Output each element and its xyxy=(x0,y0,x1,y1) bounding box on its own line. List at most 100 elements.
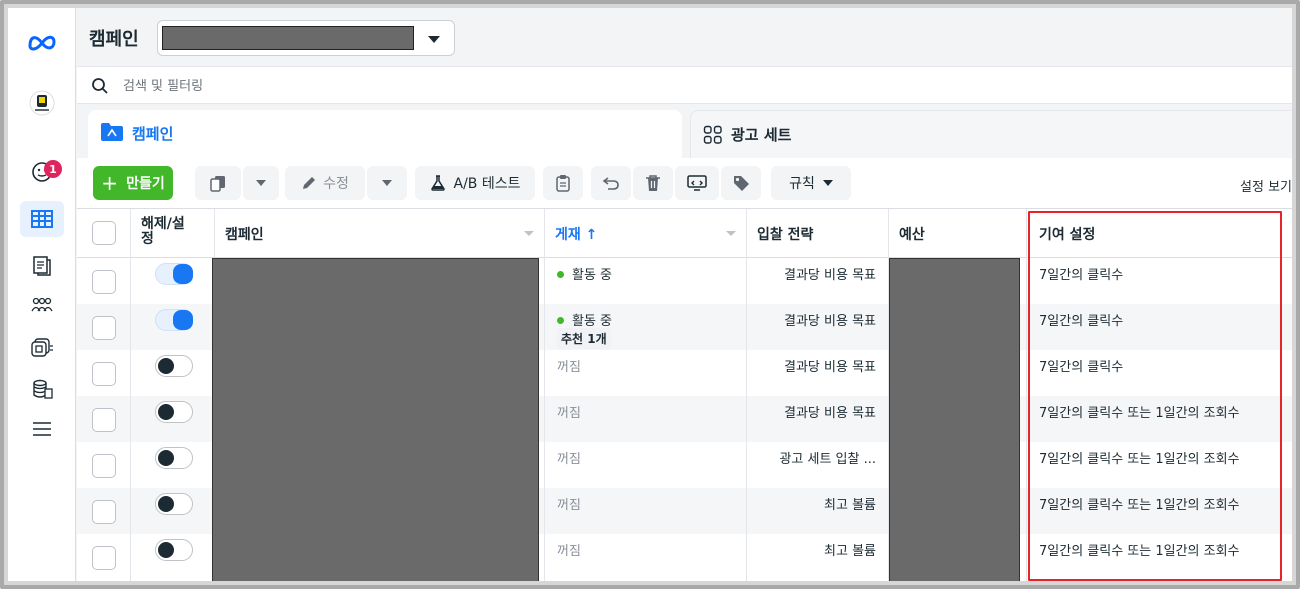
create-button[interactable]: + 만들기 xyxy=(93,166,173,200)
pages-icon[interactable] xyxy=(8,254,76,276)
rules-label: 규칙 xyxy=(789,176,815,192)
campaigns-table-icon[interactable] xyxy=(20,201,64,237)
delivery-column: 게재 ↑ 활동 중 활동 중 추천 1개 꺼짐 꺼짐 꺼짐 꺼짐 꺼짐 xyxy=(545,209,747,581)
clipboard-button[interactable] xyxy=(543,166,583,200)
notifications-item[interactable]: 1 xyxy=(8,160,76,184)
rules-button[interactable]: 규칙 xyxy=(771,166,851,200)
ab-test-button[interactable]: A/B 테스트 xyxy=(415,166,535,200)
billing-icon[interactable] xyxy=(8,378,76,400)
row-checkbox[interactable] xyxy=(92,408,116,432)
row-checkbox[interactable] xyxy=(92,454,116,478)
chevron-down-icon xyxy=(822,180,833,186)
recommendation-badge[interactable]: 추천 1개 xyxy=(557,328,611,349)
edit-label: 수정 xyxy=(323,176,349,192)
campaign-column-header[interactable]: 캠페인 xyxy=(215,209,544,258)
redacted-campaign-names xyxy=(212,258,539,581)
redacted-budget-values xyxy=(889,258,1020,581)
select-column xyxy=(77,209,131,581)
pencil-icon xyxy=(303,177,316,189)
audiences-icon[interactable] xyxy=(8,296,76,314)
campaign-toggle[interactable] xyxy=(155,309,193,331)
redacted-account-name xyxy=(162,26,414,50)
tab-campaigns[interactable]: 캠페인 xyxy=(88,110,682,162)
delivery-column-label: 게재 ↑ xyxy=(555,227,598,243)
attribution-column-label: 기여 설정 xyxy=(1039,227,1096,243)
row-checkbox[interactable] xyxy=(92,546,116,570)
search-input[interactable] xyxy=(123,73,723,99)
attribution-column-header[interactable]: 기여 설정 xyxy=(1027,209,1292,258)
account-avatar[interactable] xyxy=(8,90,76,116)
attribution-setting-value: 7일간의 클릭수 또는 1일간의 조회수 xyxy=(1039,452,1240,467)
select-all-header xyxy=(77,209,130,258)
tags-button[interactable] xyxy=(721,166,761,200)
delivery-status: 활동 중 xyxy=(557,264,612,283)
attribution-setting-value: 7일간의 클릭수 또는 1일간의 조회수 xyxy=(1039,498,1240,513)
chevron-down-icon xyxy=(428,36,440,43)
delete-button[interactable] xyxy=(633,166,673,200)
search-filter-bar xyxy=(77,66,1292,104)
delivery-status-text: 꺼짐 xyxy=(557,452,581,467)
attribution-column: 기여 설정 7일간의 클릭수 7일간의 클릭수 7일간의 클릭수 7일간의 클릭수 또… xyxy=(1027,209,1292,581)
toolbar: + 만들기 수정 A/B 테스트 규칙 설정 보기 xyxy=(77,158,1292,208)
toggle-knob xyxy=(158,358,174,374)
tag-icon xyxy=(734,176,749,191)
creative-library-icon[interactable] xyxy=(8,336,76,358)
delivery-status-text: 꺼짐 xyxy=(557,544,581,559)
ad-account-selector[interactable] xyxy=(157,20,455,56)
campaign-column-label: 캠페인 xyxy=(225,227,264,243)
tab-ad-sets[interactable]: 광고 세트 xyxy=(690,110,1292,158)
grid-icon xyxy=(703,125,722,144)
row-checkbox[interactable] xyxy=(92,270,116,294)
view-settings-link[interactable]: 설정 보기 xyxy=(1240,176,1292,195)
row-checkbox[interactable] xyxy=(92,362,116,386)
campaigns-table: 해제/설 정 캠페인 게재 ↑ 활동 중 활동 중 추천 1개 꺼짐 꺼짐 꺼짐 꺼짐 꺼짐 … xyxy=(77,208,1292,581)
budget-column-header[interactable]: 예산 xyxy=(889,209,1026,258)
folder-icon xyxy=(101,123,123,141)
bid-strategy-value: 결과당 비용 목표 xyxy=(784,406,876,421)
flask-icon xyxy=(430,175,445,191)
delivery-status: 꺼짐 xyxy=(557,494,581,513)
bid-strategy-value: 결과당 비용 목표 xyxy=(784,268,876,283)
campaign-toggle[interactable] xyxy=(155,263,193,285)
toggle-knob xyxy=(158,450,174,466)
bid-strategy-value: 결과당 비용 목표 xyxy=(784,360,876,375)
meta-icon[interactable] xyxy=(8,32,76,52)
campaign-toggle[interactable] xyxy=(155,401,193,423)
toggle-column-header[interactable]: 해제/설 정 xyxy=(131,209,214,258)
attribution-setting-value: 7일간의 클릭수 또는 1일간의 조회수 xyxy=(1039,406,1240,421)
row-checkbox[interactable] xyxy=(92,500,116,524)
campaign-toggle[interactable] xyxy=(155,447,193,469)
top-bar: 캠페인 xyxy=(77,8,1292,64)
edit-dropdown-button[interactable] xyxy=(367,166,407,200)
toggle-knob xyxy=(158,542,174,558)
search-icon xyxy=(92,78,108,94)
duplicate-dropdown-button[interactable] xyxy=(243,166,279,200)
ab-test-label: A/B 테스트 xyxy=(453,176,521,192)
delivery-column-header[interactable]: 게재 ↑ xyxy=(545,209,746,258)
left-navigation-rail: 1 xyxy=(8,8,76,581)
chevron-down-icon xyxy=(256,180,266,186)
delivery-status-text: 꺼짐 xyxy=(557,360,581,375)
bid-strategy-column-header[interactable]: 입찰 전략 xyxy=(747,209,888,258)
delivery-status-text: 꺼짐 xyxy=(557,406,581,421)
campaign-toggle[interactable] xyxy=(155,355,193,377)
duplicate-button[interactable] xyxy=(195,166,241,200)
campaign-toggle[interactable] xyxy=(155,539,193,561)
attribution-setting-value: 7일간의 클릭수 xyxy=(1039,314,1124,329)
bid-strategy-column-label: 입찰 전략 xyxy=(757,227,814,243)
row-checkbox[interactable] xyxy=(92,316,116,340)
preview-icon xyxy=(687,175,707,191)
delivery-status: 꺼짐 xyxy=(557,540,581,559)
toggle-knob xyxy=(158,496,174,512)
delivery-status: 꺼짐 xyxy=(557,448,581,467)
select-all-checkbox[interactable] xyxy=(92,221,116,245)
preview-button[interactable] xyxy=(675,166,719,200)
budget-column-label: 예산 xyxy=(899,227,925,243)
edit-button[interactable]: 수정 xyxy=(285,166,365,200)
undo-button[interactable] xyxy=(591,166,631,200)
menu-icon[interactable] xyxy=(8,420,76,438)
active-status-dot-icon xyxy=(557,317,564,324)
tab-campaigns-label: 캠페인 xyxy=(132,125,174,143)
campaign-toggle[interactable] xyxy=(155,493,193,515)
delivery-status-text: 활동 중 xyxy=(572,268,613,283)
